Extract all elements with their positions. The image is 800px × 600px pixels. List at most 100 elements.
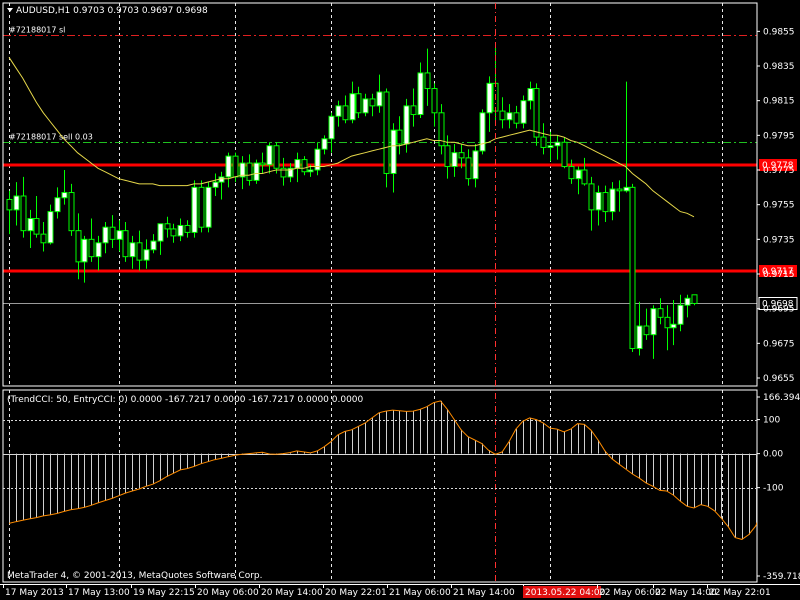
- candle: [383, 88, 390, 188]
- time-tick-label: 22 May 14:00: [655, 588, 717, 598]
- bull-candle-body: [212, 181, 219, 188]
- bull-candle-body: [266, 145, 273, 166]
- bear-candle-body: [136, 242, 143, 261]
- bear-candle-body: [664, 316, 671, 329]
- time-tick-label: 20 May 06:00: [197, 588, 259, 598]
- bear-candle-body: [616, 188, 623, 192]
- chart-title: AUDUSD,H1 0.9703 0.9703 0.9697 0.9698: [16, 6, 208, 16]
- bear-candle-body: [184, 224, 191, 233]
- time-tick-label: 21 May 14:00: [453, 588, 515, 598]
- bear-candle-body: [68, 192, 75, 232]
- trading-chart[interactable]: #72188017 sl#72188017 sell 0.03 0.97780.…: [0, 0, 800, 600]
- bull-candle-body: [376, 91, 383, 107]
- bear-candle-body: [40, 233, 47, 244]
- time-tick-label: 19 May 22:15: [133, 588, 195, 598]
- bear-candle-body: [410, 105, 417, 116]
- bull-candle-body: [595, 192, 602, 211]
- bull-candle-body: [61, 192, 68, 199]
- bull-candle-body: [636, 325, 643, 350]
- bull-candle-body: [609, 188, 616, 213]
- bear-candle-body: [383, 91, 390, 174]
- time-tick-label: 22 May 06:00: [599, 588, 661, 598]
- time-tick-label: 20 May 22:01: [325, 588, 387, 598]
- candle: [191, 180, 198, 238]
- bear-candle-body: [431, 88, 438, 114]
- time-tick-label: 17 May 2013: [5, 588, 64, 598]
- bull-candle-body: [177, 224, 184, 237]
- bull-candle-body: [390, 129, 397, 174]
- bull-candle-body: [506, 112, 513, 121]
- price-tick-label: 0.9735: [763, 235, 795, 245]
- price-tick-label: 0.9695: [763, 305, 795, 315]
- indicator-title: (TrendCCI: 50, EntryCCI: 0) 0.0000 -167.…: [7, 395, 364, 405]
- bull-candle-body: [520, 100, 527, 124]
- bull-candle-body: [27, 218, 34, 232]
- bear-candle-body: [170, 228, 177, 237]
- price-tick-label: 0.9775: [763, 166, 795, 176]
- bear-candle-body: [355, 93, 362, 114]
- bull-candle-body: [362, 98, 369, 114]
- bull-candle-body: [575, 169, 582, 180]
- bear-candle-body: [581, 169, 588, 185]
- bull-candle-body: [150, 240, 157, 251]
- candle: [253, 159, 260, 184]
- bear-candle-body: [122, 230, 129, 258]
- bull-candle-body: [677, 304, 684, 325]
- price-tick-label: 0.9675: [763, 339, 795, 349]
- bear-candle-body: [513, 112, 520, 124]
- bull-candle-body: [527, 88, 534, 102]
- bear-candle-body: [259, 162, 266, 166]
- bull-candle-body: [54, 197, 61, 213]
- candle: [629, 183, 636, 352]
- bear-candle-body: [533, 88, 540, 138]
- bull-candle-body: [143, 249, 150, 261]
- bull-candle-body: [253, 162, 260, 181]
- indicator-tick-label: -100: [763, 484, 784, 494]
- price-tick-label: 0.9655: [763, 374, 795, 384]
- bear-candle-body: [88, 238, 95, 258]
- price-tick-label: 0.9715: [763, 270, 795, 280]
- bear-candle-body: [33, 218, 40, 235]
- bear-candle-body: [691, 294, 698, 304]
- time-tick-label: 20 May 14:00: [261, 588, 323, 598]
- bull-candle-body: [157, 223, 164, 242]
- candle: [520, 95, 527, 129]
- bear-candle-body: [164, 223, 171, 230]
- bull-candle-body: [554, 141, 561, 147]
- bear-candle-body: [301, 159, 308, 173]
- bull-candle-body: [623, 186, 630, 192]
- bull-candle-body: [479, 112, 486, 152]
- bull-candle-body: [684, 297, 691, 306]
- indicator-tick-label: -359.7187: [763, 572, 800, 582]
- time-tick-label: 21 May 06:00: [389, 588, 451, 598]
- bear-candle-body: [458, 152, 465, 159]
- bull-candle-body: [451, 152, 458, 168]
- bull-candle-body: [472, 150, 479, 180]
- bear-candle-body: [444, 145, 451, 168]
- bear-candle-body: [465, 157, 472, 180]
- indicator-tick-label: 0.00: [763, 450, 783, 460]
- candle: [691, 294, 698, 306]
- bear-candle-body: [602, 192, 609, 213]
- copyright-text: MetaTrader 4, © 2001-2013, MetaQuotes So…: [7, 571, 263, 581]
- bull-candle-body: [670, 323, 677, 329]
- bear-candle-body: [273, 145, 280, 169]
- bear-candle-body: [232, 155, 239, 178]
- bull-candle-body: [335, 105, 342, 117]
- price-tick-label: 0.9855: [763, 27, 795, 37]
- bear-candle-body: [20, 195, 27, 232]
- bull-candle-body: [321, 138, 328, 150]
- order-line-label-1: #72188017 sell 0.03: [9, 133, 93, 142]
- bear-candle-body: [568, 166, 575, 180]
- bull-candle-body: [116, 230, 123, 240]
- bull-candle-body: [650, 308, 657, 336]
- price-tick-label: 0.9815: [763, 97, 795, 107]
- bull-candle-body: [225, 155, 232, 178]
- candle: [533, 83, 540, 146]
- bear-candle-body: [424, 72, 431, 90]
- bear-candle-body: [75, 230, 82, 263]
- bull-candle-body: [102, 226, 109, 244]
- bear-candle-body: [643, 325, 650, 336]
- bull-candle-body: [349, 93, 356, 121]
- bear-candle-body: [369, 98, 376, 107]
